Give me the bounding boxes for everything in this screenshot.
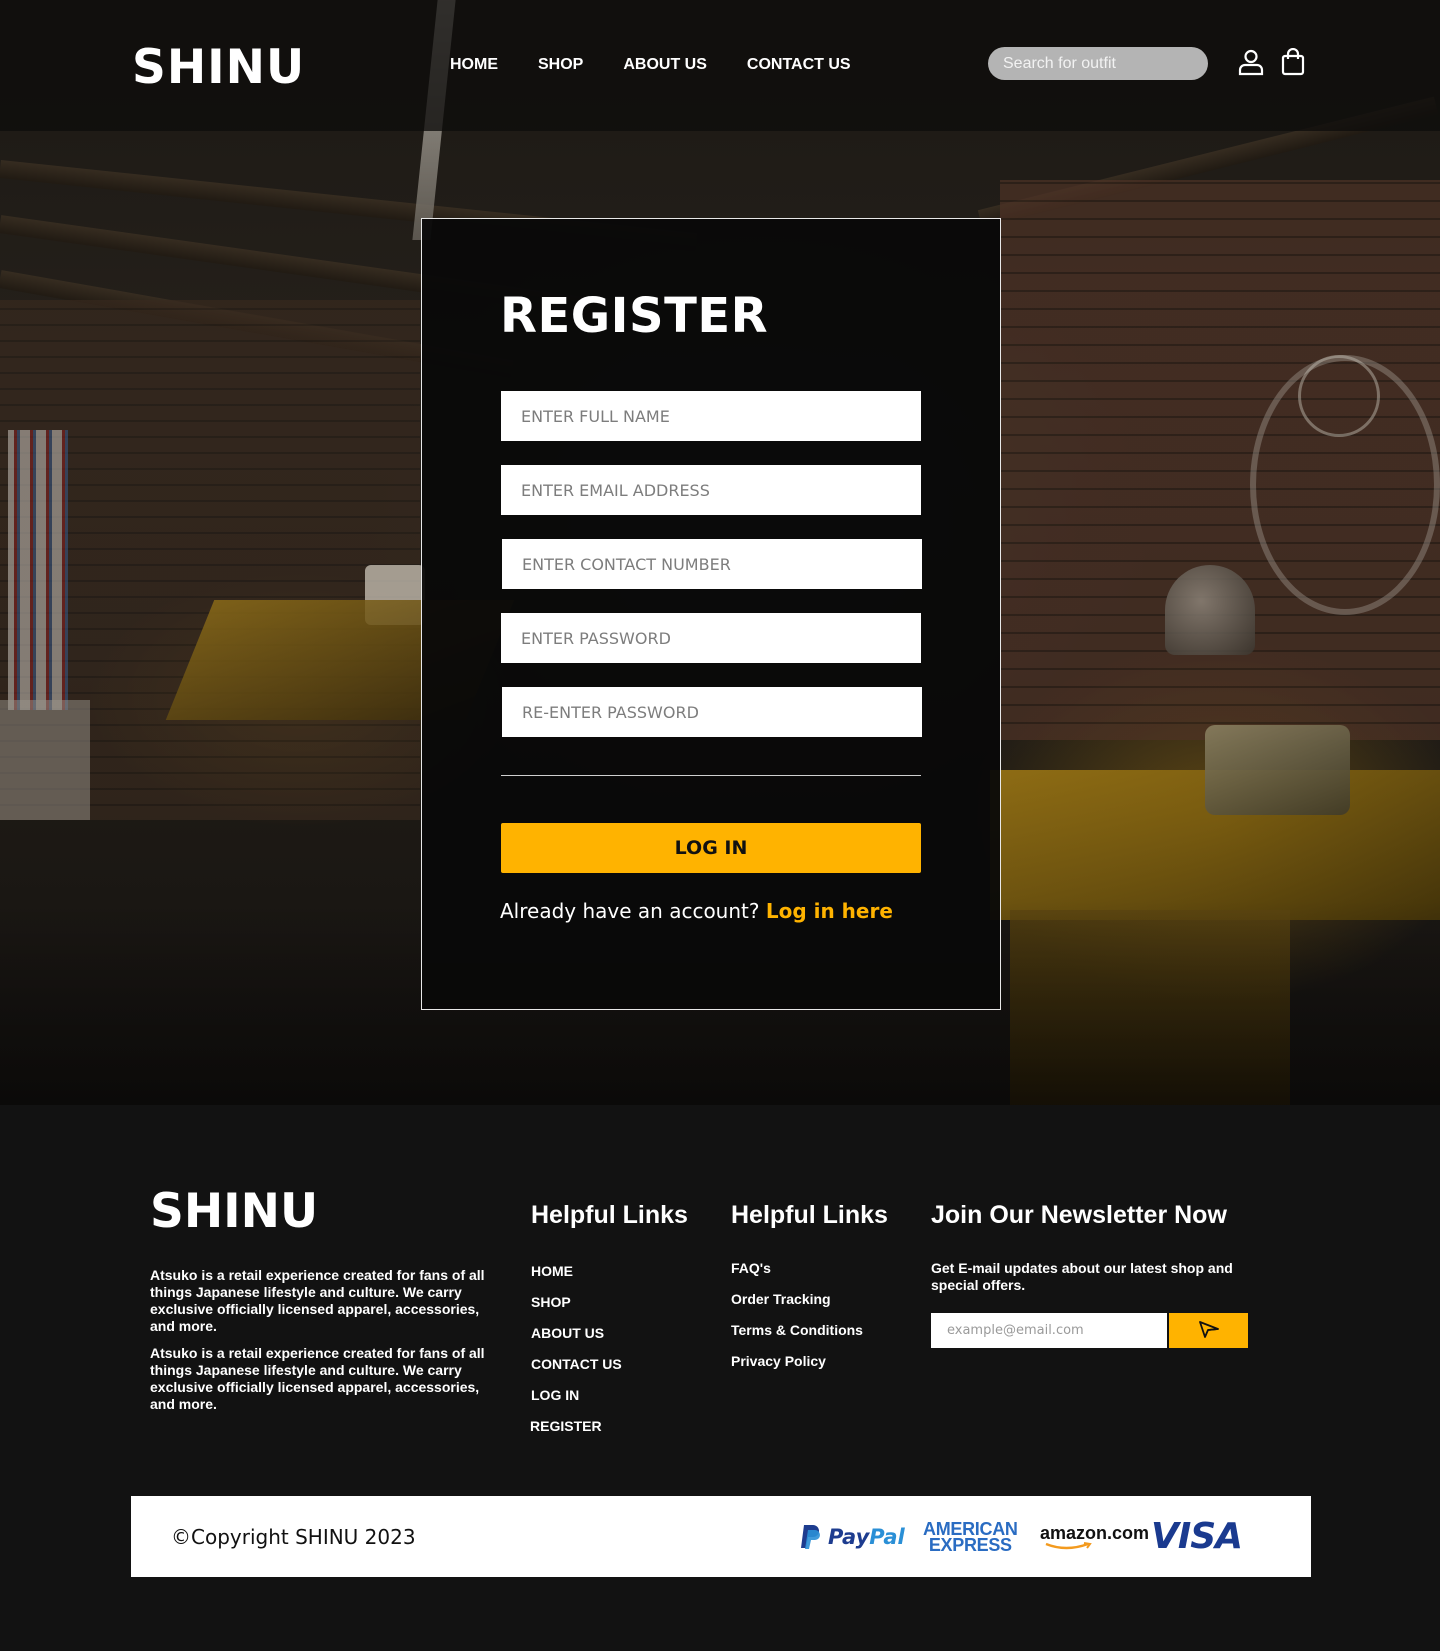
- search-input[interactable]: [988, 47, 1208, 80]
- footer-links-list: HOME SHOP ABOUT US CONTACT US LOG IN REG…: [530, 1263, 622, 1435]
- footer-link-home[interactable]: HOME: [531, 1263, 622, 1280]
- footer-logo[interactable]: SHINU: [150, 1184, 318, 1240]
- sewing-machine-right: [1205, 725, 1350, 815]
- site-header: SHINU HOME SHOP ABOUT US CONTACT US: [0, 0, 1440, 131]
- site-footer: SHINU Atsuko is a retail experience crea…: [0, 1105, 1440, 1651]
- shopping-bag-icon[interactable]: [1281, 47, 1309, 76]
- main-nav: HOME SHOP ABOUT US CONTACT US: [450, 55, 891, 75]
- thread-rack: [8, 430, 68, 710]
- nav-home[interactable]: HOME: [450, 55, 498, 75]
- footer-links-heading: Helpful Links: [531, 1201, 688, 1229]
- amazon-smile-icon: [1045, 1542, 1092, 1550]
- paypal-text-pay: Pay: [828, 1524, 870, 1549]
- nav-shop[interactable]: SHOP: [538, 55, 583, 75]
- full-name-field[interactable]: [501, 391, 921, 441]
- newsletter-submit-button[interactable]: [1169, 1313, 1248, 1348]
- newsletter-text: Get E-mail updates about our latest shop…: [931, 1260, 1233, 1293]
- contact-number-field[interactable]: [502, 539, 922, 589]
- user-icon[interactable]: [1237, 48, 1265, 76]
- footer-link-register[interactable]: REGISTER: [530, 1418, 622, 1435]
- footer-link-log-in[interactable]: LOG IN: [531, 1387, 622, 1404]
- footer-link-terms[interactable]: Terms & Conditions: [731, 1322, 863, 1339]
- footer-link-about-us[interactable]: ABOUT US: [531, 1325, 622, 1342]
- amex-line2: EXPRESS: [928, 1534, 1012, 1555]
- shelf: [0, 700, 90, 820]
- send-arrow-icon: [1198, 1320, 1220, 1341]
- login-button[interactable]: LOG IN: [501, 823, 921, 873]
- footer-about-text: Atsuko is a retail experience created fo…: [150, 1267, 485, 1334]
- register-card: REGISTER LOG IN Already have an account?…: [421, 218, 1001, 1010]
- newsletter-email-input[interactable]: [931, 1313, 1167, 1348]
- footer-link-privacy[interactable]: Privacy Policy: [731, 1353, 863, 1370]
- newsletter-heading: Join Our Newsletter Now: [931, 1201, 1227, 1229]
- login-prompt-text: Already have an account?: [500, 899, 760, 923]
- login-here-link[interactable]: Log in here: [766, 899, 893, 923]
- login-prompt: Already have an account? Log in here: [500, 899, 893, 923]
- register-title: REGISTER: [500, 288, 769, 344]
- footer-about-text: Atsuko is a retail experience created fo…: [150, 1345, 485, 1412]
- desk-lamp: [1165, 565, 1255, 655]
- form-divider: [501, 775, 921, 776]
- hanging-ring: [1298, 355, 1380, 437]
- footer-links-list: FAQ's Order Tracking Terms & Conditions …: [731, 1260, 863, 1370]
- email-field[interactable]: [501, 465, 921, 515]
- copyright-text: ©Copyright SHINU 2023: [171, 1525, 416, 1549]
- footer-links-heading: Helpful Links: [731, 1201, 888, 1229]
- footer-link-contact-us[interactable]: CONTACT US: [531, 1356, 622, 1373]
- site-logo[interactable]: SHINU: [132, 40, 305, 96]
- visa-logo: VISA: [1151, 1496, 1243, 1577]
- copyright-bar: ©Copyright SHINU 2023 Pay Pal AMERICAN EX…: [131, 1496, 1311, 1577]
- paypal-logo: Pay Pal: [800, 1496, 905, 1577]
- visa-text: VISA: [1151, 1516, 1243, 1557]
- nav-contact-us[interactable]: CONTACT US: [747, 55, 851, 75]
- american-express-logo: AMERICAN EXPRESS: [923, 1496, 1018, 1577]
- amazon-text: amazon.com: [1040, 1523, 1150, 1543]
- footer-link-faqs[interactable]: FAQ's: [731, 1260, 863, 1277]
- nav-about-us[interactable]: ABOUT US: [623, 55, 707, 75]
- confirm-password-field[interactable]: [502, 687, 922, 737]
- footer-link-shop[interactable]: SHOP: [531, 1294, 622, 1311]
- amazon-logo: amazon.com: [1040, 1496, 1149, 1577]
- footer-link-order-tracking[interactable]: Order Tracking: [731, 1291, 863, 1308]
- paypal-icon: [801, 1524, 820, 1549]
- password-field[interactable]: [501, 613, 921, 663]
- paypal-text-pal: Pal: [869, 1524, 905, 1549]
